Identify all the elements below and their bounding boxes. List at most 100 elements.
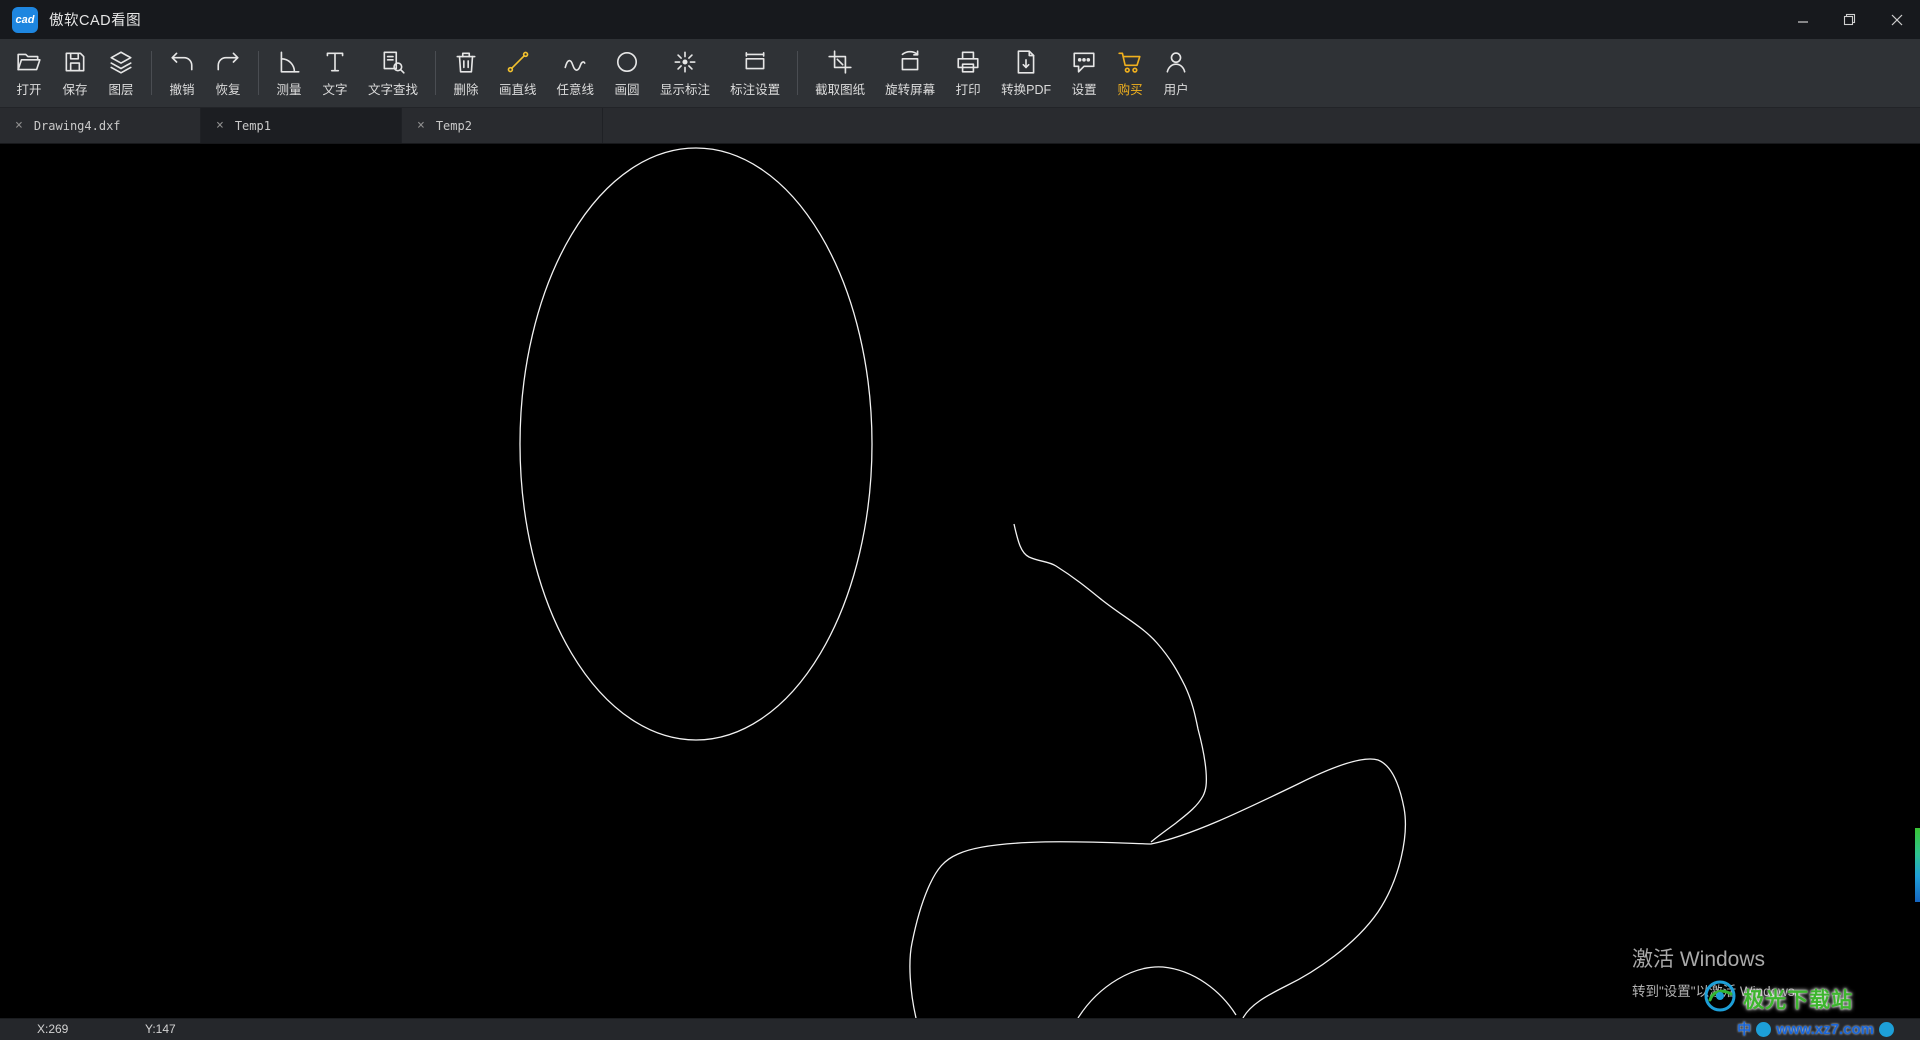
cad-drawing [519, 147, 1406, 1018]
toolbar: 打开 保存 图层 撤销 恢复 测量 文字 文字查找 删除 画直线 任意线 画圆 显示标注 标注设置 截取图纸… [0, 39, 1920, 108]
toolbar-button-rotate[interactable]: 旋转屏幕 [876, 45, 944, 102]
tab-drawing4-dxf[interactable]: × Drawing4.dxf [0, 108, 201, 143]
toolbar-button-redo[interactable]: 恢复 [206, 45, 250, 102]
toolbar-button-annotation-settings[interactable]: 标注设置 [721, 45, 789, 102]
tab-label: Temp2 [435, 118, 472, 133]
toolbar-button-label: 旋转屏幕 [885, 82, 936, 97]
annotation-settings-icon [742, 49, 768, 76]
site-badge-icon [1879, 1021, 1894, 1037]
toolbar-button-undo[interactable]: 撤销 [160, 45, 204, 102]
toolbar-button-label: 用户 [1163, 82, 1189, 97]
drawing-canvas[interactable]: 激活 Windows 转到"设置"以激活 Windows。 [0, 144, 1920, 1018]
rotate-icon [897, 49, 923, 76]
tab-label: Temp1 [234, 118, 271, 133]
site-prefix: 中 [1737, 1021, 1752, 1037]
toolbar-button-label: 文字查找 [368, 82, 419, 97]
annotations-icon [672, 49, 698, 76]
toolbar-button-label: 标注设置 [730, 82, 781, 97]
restore-icon [1843, 13, 1856, 26]
drawing-shape [519, 147, 873, 741]
cursor-y-coordinate: Y:147 [145, 1022, 176, 1036]
tab-bar: × Drawing4.dxf × Temp1 × Temp2 [0, 108, 1920, 144]
window-controls [1779, 0, 1920, 39]
site-url: www.xz7.com [1776, 1020, 1874, 1038]
cursor-x-coordinate: X:269 [37, 1022, 69, 1036]
close-icon [1891, 14, 1902, 25]
user-icon [1163, 49, 1189, 76]
toolbar-button-label: 测量 [276, 82, 302, 97]
text-icon [322, 49, 348, 76]
drawing-shape [1077, 966, 1237, 1018]
tab-temp2[interactable]: × Temp2 [402, 108, 603, 143]
tab-temp1[interactable]: × Temp1 [201, 108, 402, 143]
toolbar-button-label: 保存 [62, 82, 88, 97]
minimize-button[interactable] [1779, 0, 1826, 39]
toolbar-button-delete[interactable]: 删除 [444, 45, 488, 102]
toolbar-button-cart[interactable]: 购买 [1108, 45, 1152, 102]
print-icon [955, 49, 981, 76]
settings-icon [1071, 49, 1097, 76]
delete-icon [453, 49, 479, 76]
site-logo-icon [1703, 979, 1737, 1018]
toolbar-button-label: 恢复 [215, 82, 241, 97]
measure-icon [276, 49, 302, 76]
drawing-shape [1013, 523, 1208, 843]
toolbar-button-label: 截取图纸 [815, 82, 866, 97]
folder-open-icon [16, 49, 42, 76]
toolbar-button-text[interactable]: 文字 [313, 45, 357, 102]
layers-icon [108, 49, 134, 76]
toolbar-button-user[interactable]: 用户 [1154, 45, 1198, 102]
titlebar: cad 傲软CAD看图 [0, 0, 1920, 39]
toolbar-button-pdf[interactable]: 转换PDF [992, 45, 1060, 102]
toolbar-separator [797, 51, 799, 95]
redo-icon [215, 49, 241, 76]
toolbar-button-label: 画直线 [499, 82, 537, 97]
capture-icon [827, 49, 853, 76]
toolbar-button-measure[interactable]: 测量 [267, 45, 311, 102]
tab-close-icon[interactable]: × [216, 119, 224, 132]
toolbar-button-circle[interactable]: 画圆 [605, 45, 649, 102]
toolbar-button-line[interactable]: 画直线 [490, 45, 546, 102]
app-window: cad 傲软CAD看图 打开 保存 图层 撤销 恢复 测量 文字 文字查找 删除 画直线 任意线 画圆… [0, 0, 1920, 1040]
toolbar-button-text-search[interactable]: 文字查找 [359, 45, 427, 102]
toolbar-button-folder-open[interactable]: 打开 [7, 45, 51, 102]
undo-icon [169, 49, 195, 76]
toolbar-button-label: 撤销 [169, 82, 195, 97]
close-button[interactable] [1873, 0, 1920, 39]
activate-windows-title: 激活 Windows [1632, 948, 1766, 971]
toolbar-button-settings[interactable]: 设置 [1062, 45, 1106, 102]
toolbar-button-save[interactable]: 保存 [53, 45, 97, 102]
toolbar-separator [151, 51, 152, 95]
toolbar-button-label: 图层 [108, 82, 134, 97]
site-badge-icon [1756, 1021, 1772, 1037]
line-icon [505, 49, 531, 76]
freeline-icon [562, 49, 588, 76]
toolbar-button-annotations[interactable]: 显示标注 [651, 45, 719, 102]
save-icon [62, 49, 88, 76]
cart-icon [1117, 49, 1143, 76]
toolbar-button-label: 设置 [1071, 82, 1097, 97]
toolbar-separator [435, 51, 437, 95]
right-edge-strip [1915, 828, 1920, 902]
drawing-shape [909, 758, 1406, 1018]
toolbar-button-label: 删除 [453, 82, 479, 97]
toolbar-button-label: 打开 [16, 82, 42, 97]
minimize-icon [1797, 20, 1808, 23]
tab-close-icon[interactable]: × [15, 119, 23, 132]
toolbar-button-label: 购买 [1117, 82, 1143, 97]
text-search-icon [380, 49, 406, 76]
window-title: 傲软CAD看图 [49, 13, 142, 29]
toolbar-button-label: 文字 [322, 82, 348, 97]
toolbar-button-label: 转换PDF [1001, 82, 1052, 97]
toolbar-separator [258, 51, 259, 95]
toolbar-button-label: 任意线 [556, 82, 595, 97]
maximize-button[interactable] [1826, 0, 1873, 39]
toolbar-button-freeline[interactable]: 任意线 [548, 45, 604, 102]
site-name: 极光下载站 [1743, 988, 1854, 1012]
tab-close-icon[interactable]: × [417, 119, 425, 132]
toolbar-button-label: 画圆 [614, 82, 640, 97]
toolbar-button-print[interactable]: 打印 [946, 45, 990, 102]
app-logo-icon: cad [12, 6, 38, 33]
toolbar-button-layers[interactable]: 图层 [99, 45, 143, 102]
toolbar-button-capture[interactable]: 截取图纸 [806, 45, 874, 102]
